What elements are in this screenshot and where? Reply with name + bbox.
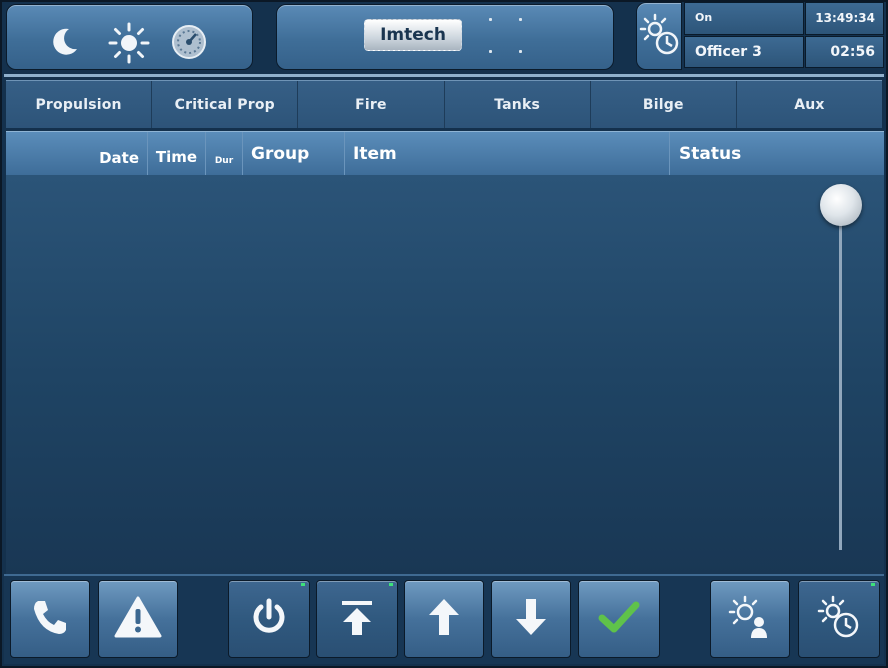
tab-tanks[interactable]: Tanks <box>445 81 591 128</box>
tab-critical-prop[interactable]: Critical Prop <box>152 81 299 128</box>
sun-person-icon <box>727 594 773 644</box>
tab-propulsion[interactable]: Propulsion <box>6 81 153 128</box>
column-status[interactable]: Status <box>670 132 884 176</box>
column-date[interactable]: Date <box>6 132 148 176</box>
power-button[interactable] <box>228 580 310 658</box>
arrow-up-icon <box>422 595 466 643</box>
bridge-watch-button[interactable] <box>710 580 790 658</box>
group-tabs: Propulsion Critical Prop Fire Tanks Bilg… <box>6 80 882 128</box>
sun-icon[interactable] <box>107 21 151 65</box>
watch-status-panel <box>636 2 682 70</box>
column-duration[interactable]: Dur <box>206 132 243 176</box>
watch-duration: 02:56 <box>805 36 884 68</box>
company-logo: Imtech <box>364 19 462 51</box>
gauge-icon[interactable] <box>170 23 208 61</box>
tab-aux[interactable]: Aux <box>737 81 882 128</box>
sun-clock-icon <box>639 13 681 57</box>
column-item[interactable]: Item <box>345 132 670 176</box>
tab-fire[interactable]: Fire <box>298 81 445 128</box>
scroll-up-button[interactable] <box>404 580 484 658</box>
alarm-table-header: Date Time Dur Group Item Status <box>6 131 884 176</box>
tab-bilge[interactable]: Bilge <box>591 81 737 128</box>
phone-icon <box>28 595 72 643</box>
arrow-down-icon <box>509 595 553 643</box>
officer-on-watch: Officer 3 <box>684 36 804 68</box>
scrollbar-thumb[interactable] <box>820 184 862 226</box>
moon-icon[interactable] <box>47 25 81 59</box>
column-time[interactable]: Time <box>148 132 206 176</box>
alarm-list <box>6 175 884 575</box>
sun-clock-icon <box>816 594 862 644</box>
scrollbar-track[interactable] <box>839 220 842 550</box>
status-led <box>871 583 875 586</box>
watch-status-grid: On 13:49:34 Officer 3 02:56 <box>684 2 884 70</box>
clock-time: 13:49:34 <box>805 2 884 35</box>
phone-button[interactable] <box>10 580 90 658</box>
warning-icon <box>113 595 163 643</box>
watch-state: On <box>684 2 804 35</box>
arrow-to-top-icon <box>335 595 379 643</box>
power-icon <box>247 595 291 643</box>
header-divider <box>4 74 884 77</box>
logo-text: Imtech <box>364 19 462 51</box>
check-icon <box>597 595 641 643</box>
watch-timer-button[interactable] <box>798 580 880 658</box>
grip-dots <box>485 16 525 56</box>
display-mode-panel <box>6 4 253 70</box>
scroll-top-button[interactable] <box>316 580 398 658</box>
alarm-button[interactable] <box>98 580 178 658</box>
scroll-down-button[interactable] <box>491 580 571 658</box>
acknowledge-button[interactable] <box>578 580 660 658</box>
status-led <box>301 583 305 586</box>
status-led <box>389 583 393 586</box>
column-group[interactable]: Group <box>243 132 345 176</box>
